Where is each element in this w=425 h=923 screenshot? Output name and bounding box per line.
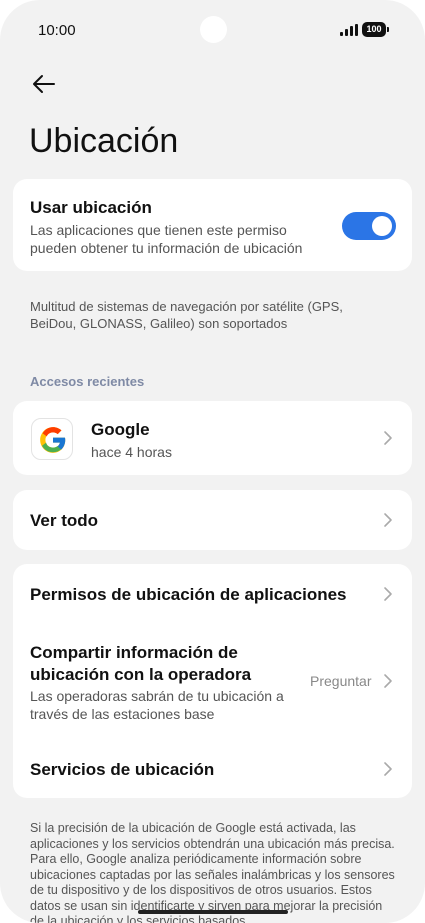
- chevron-right-icon: [383, 586, 393, 602]
- chevron-right-icon: [383, 761, 393, 777]
- location-services-row[interactable]: Servicios de ubicación: [13, 740, 412, 798]
- recent-app-google[interactable]: Google hace 4 horas: [13, 401, 412, 475]
- use-location-title: Usar ubicación: [30, 198, 152, 217]
- battery-icon: 100: [362, 22, 389, 37]
- carrier-location-share-row[interactable]: Compartir información de ubicación con l…: [13, 630, 412, 730]
- chevron-right-icon: [383, 512, 393, 528]
- gnss-note: Multitud de sistemas de navegación por s…: [30, 299, 343, 331]
- toggle-knob: [372, 216, 392, 236]
- app-location-permissions-row[interactable]: Permisos de ubicación de aplicaciones: [13, 564, 412, 624]
- chevron-right-icon: [383, 673, 393, 689]
- use-location-description: Las aplicaciones que tienen este permiso…: [30, 222, 303, 256]
- back-arrow-icon: [33, 75, 55, 93]
- back-button[interactable]: [30, 70, 58, 98]
- google-accuracy-footer: Si la precisión de la ubicación de Googl…: [30, 821, 395, 923]
- location-settings-card: Permisos de ubicación de aplicaciones Co…: [13, 564, 412, 798]
- status-bar: 10:00 100: [0, 0, 425, 62]
- status-time: 10:00: [38, 22, 76, 39]
- chevron-right-icon: [383, 430, 393, 446]
- carrier-share-value: Preguntar: [310, 673, 372, 689]
- app-location-permissions-label: Permisos de ubicación de aplicaciones: [30, 585, 347, 604]
- signal-icon: [340, 24, 358, 36]
- carrier-share-description: Las operadoras sabrán de tu ubicación a …: [30, 688, 284, 722]
- carrier-share-title: Compartir información de ubicación con l…: [30, 643, 252, 684]
- see-all-label: Ver todo: [30, 511, 99, 530]
- see-all-card[interactable]: Ver todo: [13, 490, 412, 550]
- front-camera-cutout: [200, 16, 227, 43]
- recent-app-time: hace 4 horas: [91, 444, 172, 460]
- recent-access-label: Accesos recientes: [30, 374, 145, 389]
- use-location-toggle[interactable]: [342, 212, 396, 240]
- recent-app-name: Google: [91, 420, 150, 439]
- use-location-card[interactable]: Usar ubicación Las aplicaciones que tien…: [13, 179, 412, 271]
- page-title: Ubicación: [29, 122, 179, 160]
- location-services-label: Servicios de ubicación: [30, 760, 215, 779]
- google-icon: [31, 418, 73, 460]
- home-indicator[interactable]: [138, 910, 288, 914]
- phone-screen: 10:00 100 Ubicación Usar ubicación Las a…: [0, 0, 425, 923]
